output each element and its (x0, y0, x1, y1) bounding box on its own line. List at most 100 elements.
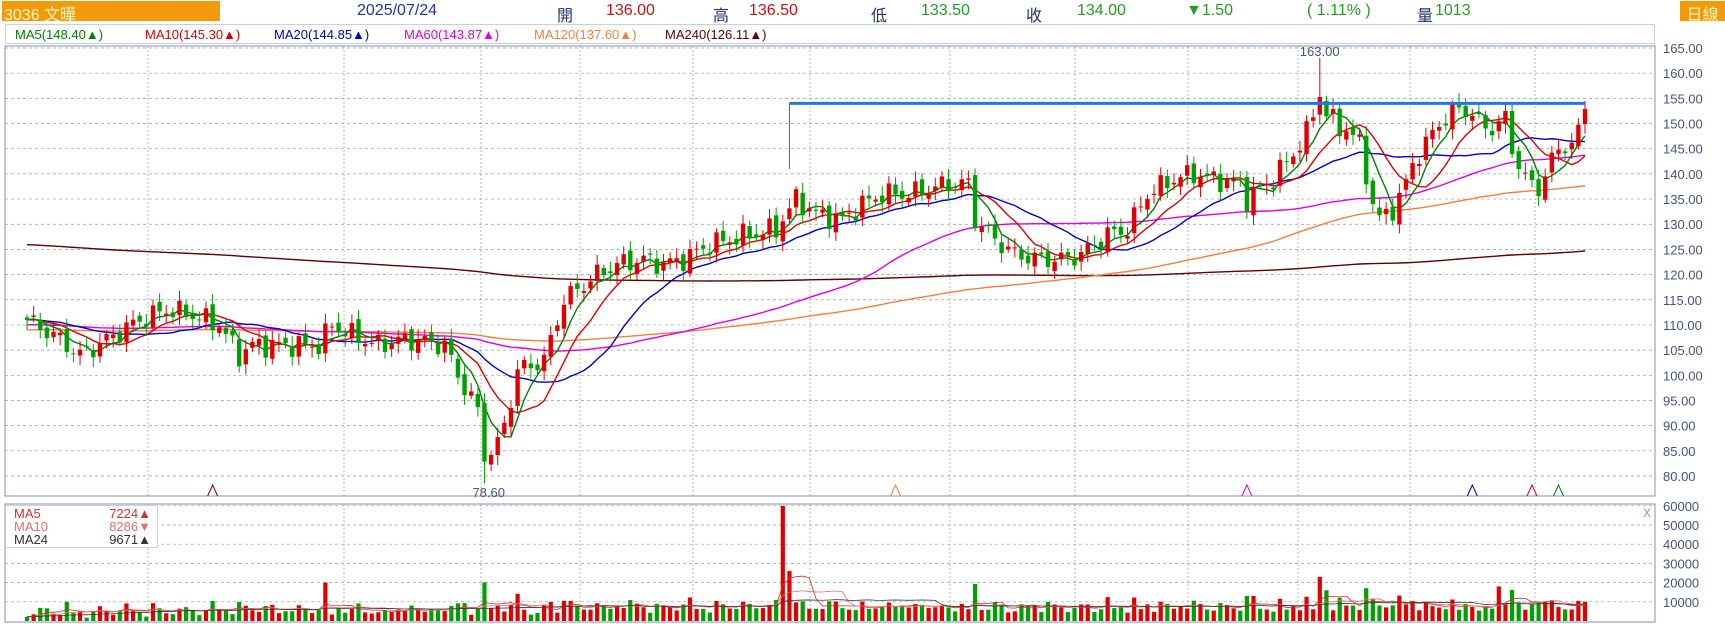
volume-bar (674, 610, 679, 621)
volume-bar (1171, 608, 1177, 621)
candle-body (1417, 163, 1422, 167)
volume-bar (1384, 607, 1389, 621)
candle-body (886, 183, 892, 205)
volume-bar (1112, 608, 1117, 621)
price-tick-label: 115.00 (1663, 293, 1702, 308)
candle-body (1536, 179, 1541, 197)
candle-body (1092, 244, 1097, 246)
candle-body (734, 238, 739, 245)
candle-body (508, 408, 514, 427)
candle-body (1138, 206, 1144, 208)
candle-body (541, 354, 547, 372)
volume-bar (840, 608, 845, 621)
volume-bar (800, 601, 805, 621)
candle-body (323, 323, 328, 354)
price-tick-label: 85.00 (1663, 444, 1696, 459)
volume-bar (223, 610, 228, 621)
candle-body (1357, 134, 1362, 137)
volume-bar (999, 605, 1004, 621)
candle-body (177, 300, 182, 316)
volume-bar (1178, 606, 1183, 621)
candle-body (183, 304, 189, 318)
price-tick-label: 150.00 (1663, 117, 1703, 132)
candle-body (780, 221, 785, 242)
candle-body (117, 331, 123, 343)
volume-bar (581, 609, 587, 621)
candle-body (628, 250, 633, 271)
close-panel-icon[interactable]: X (1643, 506, 1651, 520)
candle-body (349, 322, 355, 338)
volume-bar (316, 610, 321, 621)
candle-body (813, 209, 819, 211)
candle-body (952, 187, 958, 189)
candle-body (866, 195, 872, 199)
candle-body (1271, 187, 1276, 190)
candle-body (800, 192, 805, 216)
candle-body (634, 262, 640, 274)
volume-bar (1052, 604, 1057, 621)
volume-bar (621, 608, 626, 621)
volume-bar (1344, 605, 1349, 621)
candle-body (1503, 110, 1508, 125)
volume-bar (256, 611, 262, 621)
candle-body (1543, 176, 1548, 200)
candle-body (1549, 152, 1555, 173)
volume-bar (919, 604, 925, 621)
candle-body (1178, 177, 1183, 187)
volume-bar (1072, 607, 1077, 621)
price-panel-frame (4, 45, 1656, 497)
candle-body (548, 334, 553, 357)
volume-bar (24, 616, 30, 621)
volume-bar (767, 604, 772, 621)
candle-body (919, 179, 925, 195)
stock-chart[interactable]: 165.00 160.00 155.00 150.00 145.00 140.00 135.… (0, 0, 1725, 624)
candle-body (243, 349, 248, 365)
volume-bar (846, 609, 852, 621)
candle-body (1317, 96, 1323, 115)
volume-bar (1284, 609, 1289, 621)
volume-bar (734, 608, 739, 621)
candle-body (1569, 142, 1574, 150)
candle-body (71, 353, 76, 355)
volume-bar (1151, 611, 1157, 621)
volume-bar (1370, 598, 1375, 621)
candle-body (1350, 127, 1356, 135)
volume-bar (250, 610, 255, 621)
candle-body (767, 218, 772, 235)
candle-body (986, 224, 991, 226)
candle-body (190, 313, 195, 319)
candle-body (1264, 183, 1269, 186)
candle-body (979, 226, 984, 233)
volume-bar (827, 601, 832, 621)
candle-body (329, 326, 335, 328)
candle-body (701, 245, 706, 249)
volume-bar (323, 582, 328, 621)
volume-bar (1291, 605, 1296, 621)
volume-bar (31, 614, 36, 621)
candle-body (1370, 180, 1376, 205)
volume-bar (1098, 609, 1104, 621)
volume-bar (1191, 600, 1196, 621)
volume-bar (190, 610, 195, 621)
candle-body (475, 393, 481, 408)
candle-body (880, 195, 885, 203)
candle-body (1112, 226, 1117, 230)
volume-bar (276, 613, 282, 621)
volume-bar (488, 608, 494, 621)
candle-body (1423, 136, 1429, 160)
price-tick-label: 145.00 (1663, 142, 1703, 157)
candle-body (1310, 117, 1316, 121)
candle-body (442, 340, 447, 353)
candle-body (1476, 112, 1482, 115)
candle-body (1045, 251, 1051, 268)
candle-body (1390, 206, 1395, 221)
volume-bar (528, 614, 533, 621)
volume-bar (442, 611, 447, 621)
candle-body (899, 190, 905, 199)
candle-body (1257, 184, 1263, 187)
candle-body (316, 344, 321, 354)
candle-body (1059, 252, 1064, 260)
candle-body (1516, 151, 1521, 170)
candle-body (210, 304, 215, 331)
volume-bar (1529, 604, 1535, 621)
